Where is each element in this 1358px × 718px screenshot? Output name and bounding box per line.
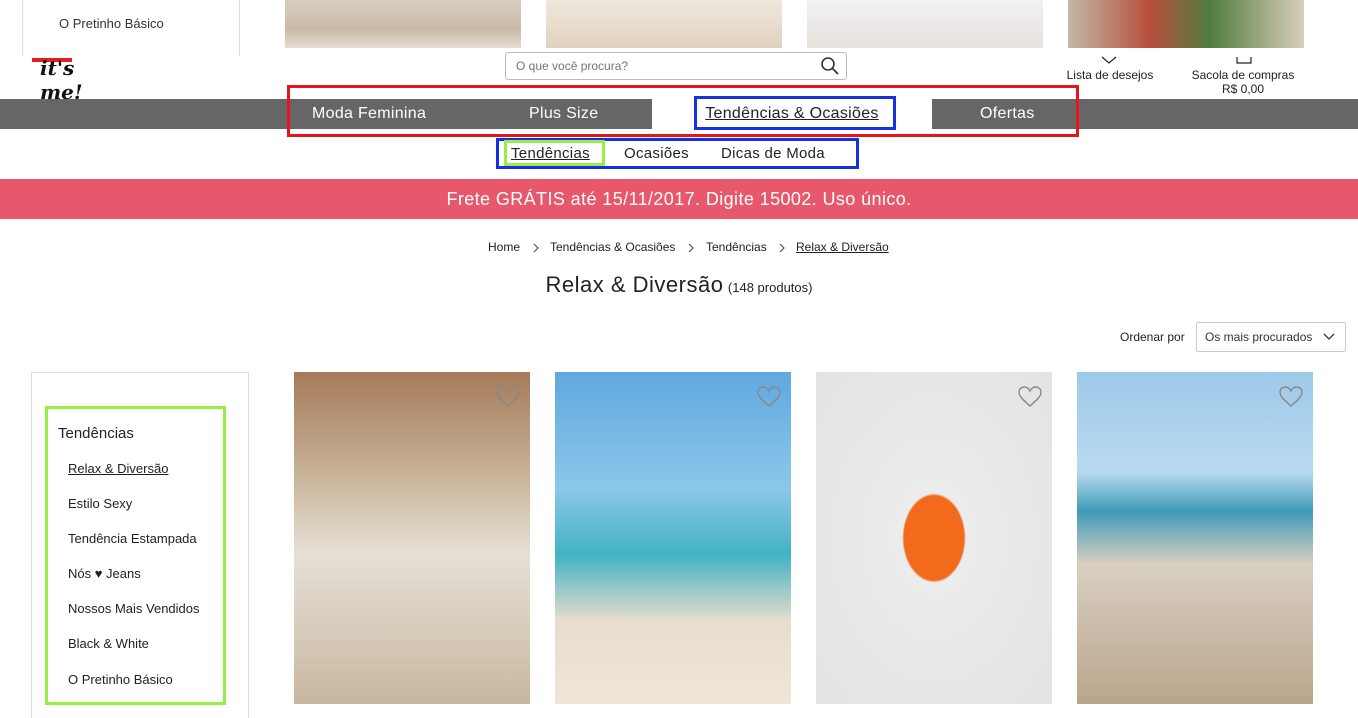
- sidebar-item-mais-vendidos[interactable]: Nossos Mais Vendidos: [68, 601, 200, 616]
- sort-selected-value: Os mais procurados: [1205, 330, 1313, 344]
- nav-moda-feminina[interactable]: Moda Feminina: [312, 99, 426, 129]
- product-card[interactable]: [816, 372, 1052, 704]
- logo-text: it's me!: [40, 56, 83, 104]
- product-card[interactable]: [555, 372, 791, 704]
- product-image[interactable]: [1077, 372, 1313, 704]
- page-title: Relax & Diversão: [545, 272, 724, 297]
- product-image[interactable]: [555, 372, 791, 704]
- sidebar-heading[interactable]: Tendências: [58, 425, 134, 442]
- breadcrumb-home[interactable]: Home: [488, 240, 520, 254]
- breadcrumb-tendencias[interactable]: Tendências: [706, 240, 767, 254]
- category-sidebar: Tendências Relax & Diversão Estilo Sexy …: [31, 372, 249, 718]
- search-box: [505, 52, 847, 80]
- nav-plus-size[interactable]: Plus Size: [529, 99, 598, 129]
- heart-icon[interactable]: [1018, 386, 1042, 408]
- sidebar-item-black-white[interactable]: Black & White: [68, 636, 149, 651]
- search-input[interactable]: [514, 56, 808, 76]
- sort-select[interactable]: Os mais procurados: [1196, 322, 1346, 352]
- promo-banner[interactable]: Frete GRÁTIS até 15/11/2017. Digite 1500…: [0, 179, 1358, 219]
- breadcrumb-chevron-icon: [779, 243, 785, 253]
- sort-label: Ordenar por: [1120, 330, 1185, 344]
- site-logo[interactable]: it's me!: [30, 56, 110, 104]
- dropdown-item-o-pretinho-basico[interactable]: O Pretinho Básico: [59, 16, 164, 31]
- product-card[interactable]: [1077, 372, 1313, 704]
- sidebar-item-pretinho-basico[interactable]: O Pretinho Básico: [68, 672, 173, 687]
- thumbnail-product-1[interactable]: [285, 0, 521, 48]
- breadcrumb-chevron-icon: [688, 243, 694, 253]
- product-image[interactable]: [816, 372, 1052, 704]
- breadcrumb-chevron-icon: [533, 243, 539, 253]
- heart-icon[interactable]: [496, 386, 520, 408]
- page-heading: Relax & Diversão (148 produtos): [0, 272, 1358, 298]
- thumbnail-product-2[interactable]: [546, 0, 782, 48]
- sidebar-item-tendencia-estampada[interactable]: Tendência Estampada: [68, 531, 197, 546]
- shopping-bag-total: R$ 0,00: [1221, 82, 1265, 96]
- heart-icon[interactable]: [757, 386, 781, 408]
- thumbnail-product-4[interactable]: [1068, 0, 1304, 48]
- product-count: (148 produtos): [727, 280, 813, 295]
- nav-tendencias-ocasioes[interactable]: Tendências & Ocasiões: [652, 99, 932, 129]
- breadcrumb-current: Relax & Diversão: [796, 240, 889, 254]
- thumbnail-product-3[interactable]: [807, 0, 1043, 48]
- subnav-dicas-de-moda[interactable]: Dicas de Moda: [721, 145, 825, 162]
- sidebar-item-nos-jeans[interactable]: Nós ♥ Jeans: [68, 566, 141, 581]
- wishlist-icon[interactable]: [1101, 56, 1117, 64]
- search-icon[interactable]: [820, 56, 840, 76]
- chevron-down-icon: [1323, 333, 1335, 340]
- shopping-bag-icon[interactable]: [1236, 56, 1252, 64]
- sidebar-item-estilo-sexy[interactable]: Estilo Sexy: [68, 496, 132, 511]
- product-card[interactable]: [294, 372, 530, 704]
- shopping-bag-link[interactable]: Sacola de compras: [1183, 68, 1303, 82]
- subnav-ocasioes[interactable]: Ocasiões: [624, 145, 689, 162]
- wishlist-link[interactable]: Lista de desejos: [1060, 68, 1160, 82]
- breadcrumb-tendencias-ocasioes[interactable]: Tendências & Ocasiões: [550, 240, 675, 254]
- nav-ofertas[interactable]: Ofertas: [980, 99, 1035, 129]
- subnav-tendencias[interactable]: Tendências: [511, 145, 590, 162]
- category-dropdown: O Pretinho Básico: [22, 0, 240, 56]
- product-image[interactable]: [294, 372, 530, 704]
- main-navigation: Moda Feminina Plus Size Tendências & Oca…: [0, 99, 1358, 129]
- heart-icon[interactable]: [1279, 386, 1303, 408]
- sidebar-item-relax-diversao[interactable]: Relax & Diversão: [68, 461, 168, 476]
